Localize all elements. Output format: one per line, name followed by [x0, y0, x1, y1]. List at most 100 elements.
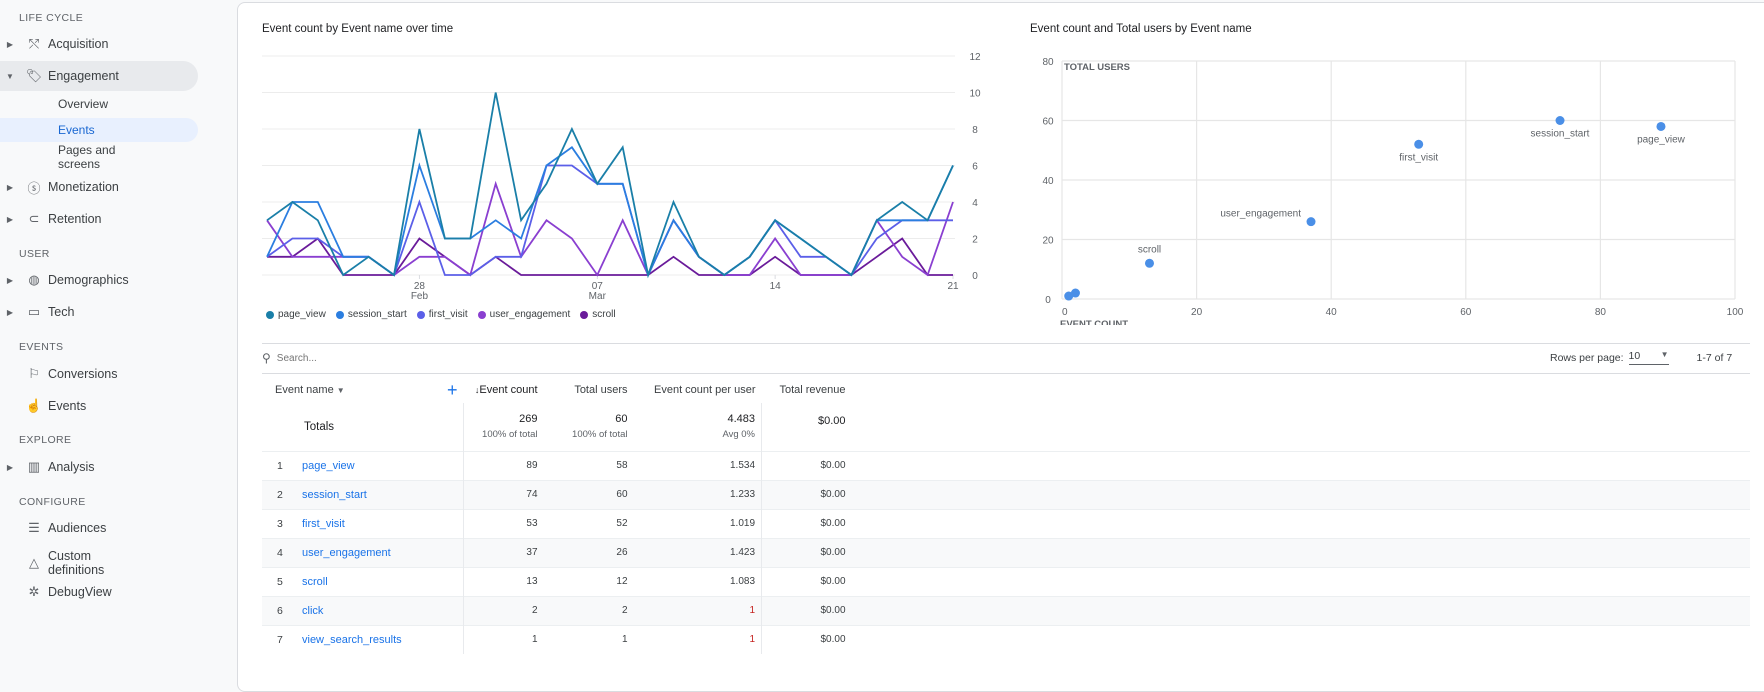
- line-chart-title: Event count by Event name over time: [262, 23, 454, 35]
- col-total-users[interactable]: Total users: [544, 377, 634, 403]
- col-event-count-per-user[interactable]: Event count per user: [634, 377, 762, 403]
- legend-item-scroll[interactable]: scroll: [580, 309, 616, 320]
- sidebar-item-audiences[interactable]: ☰ Audiences: [0, 513, 198, 543]
- scatter-point-session_start: [1555, 116, 1565, 125]
- page-range: 1-7 of 7: [1696, 351, 1733, 364]
- row-index: 4: [262, 537, 302, 567]
- table-row[interactable]: 1 page_view 89 58 1.534 $0.00: [262, 450, 1750, 480]
- caret-right-icon: ▶: [6, 275, 14, 285]
- x-tick-sublabel: Mar: [589, 291, 607, 302]
- col-event-count[interactable]: ↓Event count: [464, 377, 544, 403]
- shapes-icon: △: [29, 555, 39, 570]
- divider: [262, 343, 1750, 344]
- table-row[interactable]: 2 session_start 74 60 1.233 $0.00: [262, 479, 1750, 509]
- per-user-cell: 1.083: [633, 566, 763, 596]
- sidebar-item-monetization[interactable]: ▶ ⓢ Monetization: [0, 172, 198, 202]
- sidebar-item-acquisition[interactable]: ▶ ⤲ Acquisition: [0, 29, 198, 59]
- y-tick-label: 80: [1042, 57, 1054, 68]
- table-row[interactable]: 6 click 2 2 1 $0.00: [262, 595, 1750, 625]
- sidebar-item-engagement[interactable]: ▼ 🏷 Engagement: [0, 61, 198, 91]
- sidebar-item-events-sub[interactable]: Events: [0, 118, 198, 142]
- total-users-cell: 12: [543, 566, 634, 596]
- scatter-label: first_visit: [1399, 152, 1438, 163]
- legend-dot-icon: [580, 310, 589, 319]
- sidebar-item-demographics[interactable]: ▶ ◍ Demographics: [0, 265, 198, 295]
- plus-icon: +: [447, 379, 458, 400]
- sidebar-item-label: Engagement: [48, 69, 119, 83]
- legend-dot-icon: [477, 310, 486, 319]
- caret-down-icon: ▼: [6, 71, 14, 81]
- event-name-link[interactable]: user_engagement: [302, 537, 447, 567]
- scatter-label: session_start: [1531, 129, 1590, 140]
- row-index: 3: [262, 508, 302, 538]
- event-name-link[interactable]: session_start: [302, 479, 447, 509]
- event-name-link[interactable]: first_visit: [302, 508, 447, 538]
- caret-right-icon: ▶: [6, 462, 14, 472]
- scatter-point-scroll: [1144, 258, 1154, 268]
- sidebar: LIFE CYCLE ▶ ⤲ Acquisition ▼ 🏷 Engagemen…: [0, 0, 236, 685]
- sidebar-item-tech[interactable]: ▶ ▭ Tech: [0, 297, 198, 327]
- caret-right-icon: ▶: [6, 307, 14, 317]
- col-event-name[interactable]: Event name ▼: [262, 377, 447, 403]
- event-name-link[interactable]: page_view: [302, 450, 447, 480]
- add-dimension-button[interactable]: +: [447, 377, 464, 403]
- sidebar-item-debugview[interactable]: ✲ DebugView: [0, 577, 198, 607]
- event-name-link[interactable]: view_search_results: [302, 624, 447, 654]
- x-tick-label: 40: [1326, 307, 1338, 318]
- sidebar-item-custom-definitions[interactable]: △ Custom definitions: [0, 545, 198, 581]
- rows-per-page-select[interactable]: 10 ▼: [1628, 350, 1669, 365]
- total-users-cell: 60: [543, 479, 634, 509]
- revenue-cell: $0.00: [761, 508, 852, 538]
- sidebar-item-overview[interactable]: Overview: [0, 96, 198, 112]
- totals-event-count: 269 100% of total: [463, 403, 544, 451]
- revenue-cell: $0.00: [761, 624, 852, 654]
- sidebar-item-retention[interactable]: ▶ ⊂ Retention: [0, 204, 198, 234]
- total-users-cell: 52: [543, 508, 634, 538]
- total-users-cell: 58: [543, 450, 634, 480]
- x-tick-label: 20: [1191, 307, 1203, 318]
- total-users-cell: 2: [543, 595, 634, 625]
- table-row[interactable]: 3 first_visit 53 52 1.019 $0.00: [262, 508, 1750, 538]
- legend-dot-icon: [266, 310, 274, 319]
- event-name-link[interactable]: scroll: [302, 566, 447, 596]
- legend-item-session_start[interactable]: session_start: [335, 309, 407, 320]
- sidebar-item-analysis[interactable]: ▶ ▥ Analysis: [0, 452, 198, 482]
- scatter-point-page_view: [1656, 121, 1666, 131]
- table-row[interactable]: 7 view_search_results 1 1 1 $0.00: [262, 624, 1750, 654]
- y-tick-label: 20: [1042, 236, 1054, 247]
- col-total-revenue[interactable]: Total revenue: [762, 377, 852, 403]
- sidebar-item-pages-screens[interactable]: Pages and screens: [0, 143, 130, 171]
- x-tick-label: 100: [1727, 307, 1744, 318]
- scatter-chart: 0 20 40 60 80 0 20 40 60 80 100 TOTAL USERS EVENT CO…: [1042, 57, 1744, 325]
- event-name-link[interactable]: click: [302, 595, 447, 625]
- series-line-user_engagement: [266, 180, 954, 278]
- sidebar-item-label: Acquisition: [48, 37, 109, 51]
- dropdown-arrow-icon: ▼: [336, 386, 345, 395]
- y-tick-label: 8: [972, 125, 978, 136]
- y-tick-label: 0: [972, 271, 978, 282]
- dollar-icon: ⓢ: [27, 180, 41, 196]
- sidebar-item-label: Tech: [48, 305, 75, 319]
- search-box[interactable]: ⚲: [262, 351, 477, 365]
- scatter-label: scroll: [1138, 244, 1161, 255]
- x-tick-label: 80: [1595, 307, 1607, 318]
- legend-item-user_engagement[interactable]: user_engagement: [477, 309, 570, 320]
- revenue-cell: $0.00: [761, 566, 852, 596]
- magnet-icon: ⊂: [28, 211, 40, 226]
- x-tick-label: 14: [770, 281, 782, 292]
- y-tick-label: 60: [1042, 117, 1054, 128]
- per-user-cell: 1.534: [633, 450, 763, 480]
- event-count-cell: 74: [463, 479, 544, 509]
- sidebar-item-label: Analysis: [48, 460, 95, 474]
- table-row[interactable]: 4 user_engagement 37 26 1.423 $0.00: [262, 537, 1750, 567]
- total-users-cell: 1: [543, 624, 634, 654]
- search-input[interactable]: [276, 352, 477, 364]
- tag-icon: 🏷: [25, 68, 43, 83]
- legend-item-first_visit[interactable]: first_visit: [416, 309, 468, 320]
- sidebar-item-events[interactable]: ☝ Events: [0, 391, 198, 421]
- legend-item-page_view[interactable]: page_view: [266, 309, 326, 320]
- caret-right-icon: ▶: [6, 39, 14, 49]
- table-row[interactable]: 5 scroll 13 12 1.083 $0.00: [262, 566, 1750, 596]
- sidebar-item-conversions[interactable]: ⚐ Conversions: [0, 359, 198, 389]
- per-user-cell: 1.423: [633, 537, 763, 567]
